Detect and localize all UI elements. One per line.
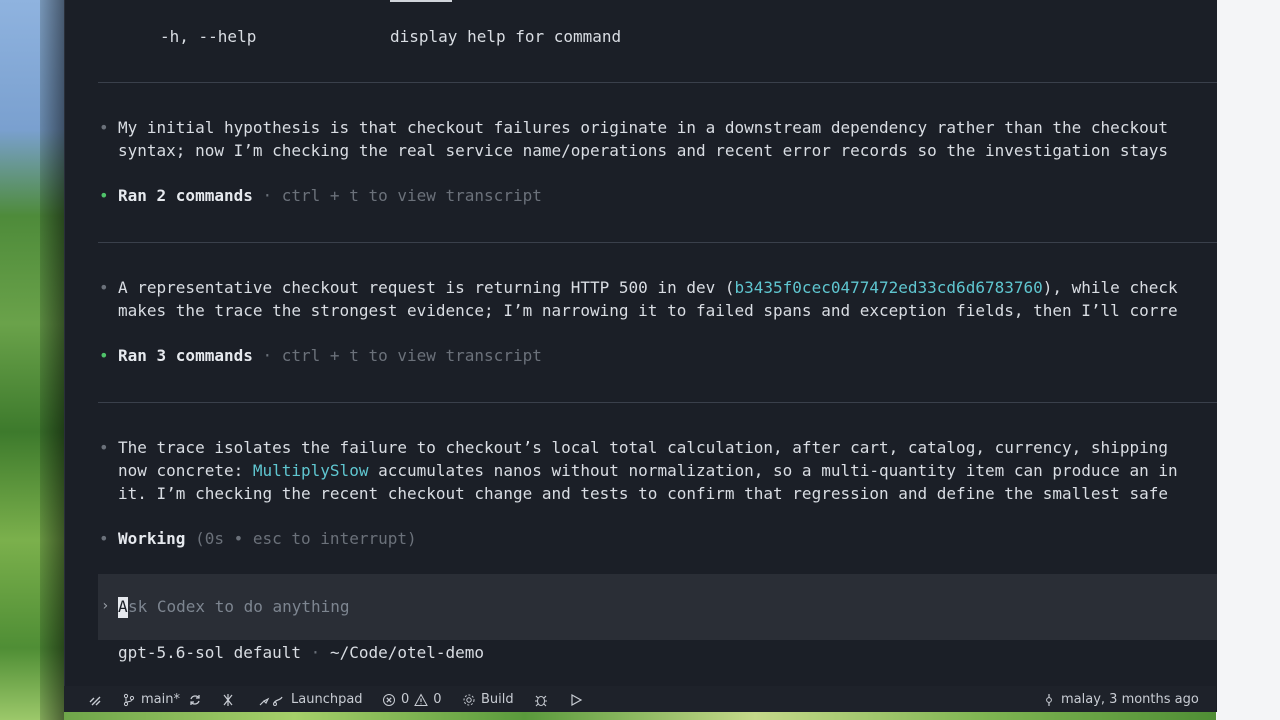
error-count: 0 — [401, 692, 410, 707]
transcript-hint: · ctrl + t to view transcript — [252, 186, 542, 205]
prompt-input-cursor-char[interactable]: A — [118, 597, 128, 617]
function-name: MultiplySlow — [252, 461, 369, 480]
separator — [98, 82, 1217, 83]
branch-button[interactable]: main* — [122, 691, 180, 709]
status-bar: main* Launchpad 0 0 Build malay, 3 month… — [64, 686, 1216, 712]
working-status: Working (0s • esc to interrupt) — [118, 529, 417, 549]
message-line: now concrete: MultiplySlow accumulates n… — [118, 461, 1178, 481]
warning-icon — [414, 693, 429, 706]
separator — [98, 242, 1217, 243]
gear-icon — [463, 694, 475, 706]
trace-id: b3435f0cec0477472ed33cd6d6783760 — [734, 278, 1043, 297]
git-blame-item[interactable]: malay, 3 months ago — [1042, 691, 1199, 709]
message-line: The trace isolates the failure to checko… — [118, 438, 1168, 457]
separator — [98, 402, 1217, 403]
error-icon — [383, 694, 395, 706]
message-line: makes the trace the strongest evidence; … — [118, 301, 1178, 320]
session-footer: gpt-5.6-sol default · ~/Code/otel-demo — [118, 643, 484, 663]
working-label: Working — [118, 529, 186, 548]
desktop-wallpaper-bottom — [64, 712, 1216, 720]
message-line: A representative checkout request is ret… — [118, 278, 1178, 298]
ran-bullet: • — [99, 346, 109, 365]
transcript-hint: · ctrl + t to view transcript — [252, 346, 542, 365]
help-flag: -h, --help — [160, 27, 257, 46]
ran-commands-label: Ran 2 commands — [118, 186, 253, 205]
launchpad-icon — [259, 696, 283, 706]
launchpad-label: Launchpad — [291, 692, 363, 707]
message-line: My initial hypothesis is that checkout f… — [118, 118, 1168, 137]
ran-commands-row[interactable]: Ran 3 commands · ctrl + t to view transc… — [118, 346, 542, 366]
warning-count: 0 — [433, 692, 442, 707]
remote-button[interactable] — [88, 691, 102, 709]
message-bullet: • — [99, 118, 109, 137]
terminal-window[interactable]: -h, --help display help for command • My… — [64, 0, 1217, 712]
git-blame-text: malay, 3 months ago — [1061, 692, 1199, 707]
sync-button[interactable] — [188, 691, 202, 709]
working-directory: ~/Code/otel-demo — [329, 643, 485, 662]
gitlens-icon — [223, 694, 233, 706]
message-text: A representative checkout request is ret… — [118, 278, 735, 297]
ran-commands-row[interactable]: Ran 2 commands · ctrl + t to view transc… — [118, 186, 542, 206]
commit-icon — [1046, 694, 1052, 706]
footer-separator: · — [301, 643, 330, 662]
gitlens-button[interactable] — [221, 691, 235, 709]
message-bullet: • — [99, 438, 109, 457]
message-text: now concrete: — [118, 461, 253, 480]
branch-name: main* — [141, 692, 180, 707]
build-label: Build — [481, 692, 514, 707]
message-line: syntax; now I’m checking the real servic… — [118, 141, 1168, 160]
desktop-wallpaper-left — [0, 0, 64, 720]
debug-button[interactable] — [534, 691, 548, 709]
working-bullet: • — [99, 529, 109, 548]
message-line: it. I’m checking the recent checkout cha… — [118, 484, 1168, 503]
scroll-marker — [390, 0, 452, 2]
play-icon — [571, 693, 583, 707]
message-text: ), while check — [1042, 278, 1178, 297]
message-bullet: • — [99, 278, 109, 297]
prompt-chevron-icon: › — [101, 598, 110, 614]
git-branch-icon — [123, 693, 135, 707]
remote-icon — [89, 696, 101, 706]
problems-button[interactable]: 0 0 — [382, 691, 442, 709]
help-description: display help for command — [390, 27, 622, 46]
launchpad-button[interactable]: Launchpad — [258, 691, 363, 709]
sync-icon — [190, 695, 200, 705]
message-text: accumulates nanos without normalization,… — [368, 461, 1178, 480]
ran-commands-label: Ran 3 commands — [118, 346, 253, 365]
run-button[interactable] — [569, 691, 583, 709]
model-name: gpt-5.6-sol default — [118, 643, 302, 662]
prompt-input-placeholder[interactable]: sk Codex to do anything — [128, 597, 350, 617]
ran-bullet: • — [99, 186, 109, 205]
build-button[interactable]: Build — [462, 691, 514, 709]
desktop-background-right — [1216, 0, 1280, 720]
bug-icon — [535, 695, 547, 707]
working-detail: (0s • esc to interrupt) — [185, 529, 417, 548]
